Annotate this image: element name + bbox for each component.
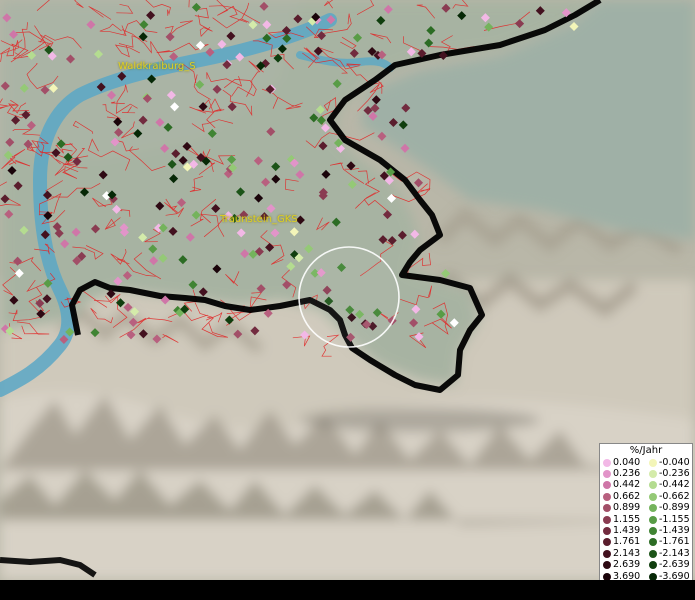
legend-entry-negative: -0.040 — [646, 456, 692, 468]
legend-value: 0.662 — [613, 490, 641, 502]
legend-value: -0.040 — [659, 456, 690, 468]
legend-swatch — [649, 515, 657, 524]
legend-value: -0.442 — [659, 479, 690, 491]
legend-entry-positive: 1.155 — [600, 513, 646, 525]
legend-entry-negative: -2.143 — [646, 547, 692, 559]
legend-value: -1.439 — [659, 525, 690, 537]
place-label-waldkraiburg: Waldkraiburg_S — [118, 61, 196, 72]
legend-swatch — [649, 561, 657, 570]
map-legend: %/Jahr 0.040 -0.040 0.236 -0.236 0.442 -0.442… — [599, 443, 693, 597]
legend-title: %/Jahr — [629, 445, 663, 456]
legend-row: 2.143 -2.143 — [600, 548, 692, 559]
legend-row: 0.040 -0.040 — [600, 457, 692, 468]
legend-entry-negative: -0.899 — [646, 503, 692, 513]
legend-value: -1.155 — [659, 513, 690, 525]
legend-entry-negative: -0.662 — [646, 490, 692, 502]
bottom-bar — [0, 580, 695, 600]
legend-entry-negative: -2.639 — [646, 560, 692, 570]
legend-entry-negative: -1.155 — [646, 513, 692, 525]
legend-row: 0.662 -0.662 — [600, 491, 692, 502]
legend-swatch — [649, 492, 657, 501]
legend-swatch — [649, 470, 657, 479]
legend-swatch — [649, 538, 657, 547]
legend-entry-negative: -1.439 — [646, 526, 692, 536]
legend-entry-positive: 1.439 — [600, 526, 646, 536]
legend-value: -0.236 — [659, 468, 690, 480]
legend-value: -2.639 — [659, 559, 690, 571]
legend-row: 1.439 -1.439 — [600, 525, 692, 536]
legend-value: -2.143 — [659, 547, 690, 559]
legend-value: -0.899 — [659, 502, 690, 514]
legend-value: 2.143 — [613, 547, 641, 559]
legend-entry-positive: 0.662 — [600, 490, 646, 502]
legend-swatch — [603, 492, 611, 501]
legend-row: 0.236 -0.236 — [600, 468, 692, 479]
legend-value: 0.040 — [613, 456, 641, 468]
legend-entry-positive: 2.639 — [600, 560, 646, 570]
legend-entry-positive: 0.040 — [600, 456, 646, 468]
selection-circle[interactable] — [298, 246, 400, 348]
legend-swatch — [603, 481, 611, 490]
legend-value: 1.155 — [613, 513, 641, 525]
legend-swatch — [603, 470, 611, 479]
legend-swatch — [649, 527, 657, 536]
legend-swatch — [603, 549, 611, 558]
legend-swatch — [603, 458, 611, 467]
legend-row: 0.442 -0.442 — [600, 480, 692, 491]
map-canvas[interactable] — [0, 0, 695, 600]
legend-entry-positive: 0.442 — [600, 480, 646, 490]
legend-rows: 0.040 -0.040 0.236 -0.236 0.442 -0.442 0.662 -0… — [600, 457, 692, 582]
legend-swatch — [603, 527, 611, 536]
legend-value: 1.439 — [613, 525, 641, 537]
legend-row: 2.639 -2.639 — [600, 560, 692, 571]
legend-value: -1.761 — [659, 536, 690, 548]
legend-swatch — [603, 504, 611, 513]
legend-entry-positive: 2.143 — [600, 547, 646, 559]
legend-swatch — [649, 504, 657, 513]
legend-swatch — [603, 538, 611, 547]
legend-row: 1.155 -1.155 — [600, 514, 692, 525]
map-view[interactable]: Waldkraiburg_S Traunstein_GKS %/Jahr 0.0… — [0, 0, 695, 600]
legend-value: 2.639 — [613, 559, 641, 571]
legend-swatch — [603, 515, 611, 524]
place-label-traunstein: Traunstein_GKS — [220, 214, 298, 225]
legend-swatch — [649, 458, 657, 467]
legend-swatch — [649, 481, 657, 490]
legend-value: -0.662 — [659, 490, 690, 502]
legend-entry-positive: 0.236 — [600, 469, 646, 479]
legend-value: 0.899 — [613, 502, 641, 514]
legend-value: 0.442 — [613, 479, 641, 491]
legend-row: 1.761 -1.761 — [600, 537, 692, 548]
legend-entry-negative: -0.236 — [646, 469, 692, 479]
legend-entry-negative: -0.442 — [646, 480, 692, 490]
legend-entry-negative: -1.761 — [646, 537, 692, 547]
legend-value: 0.236 — [613, 468, 641, 480]
legend-row: 0.899 -0.899 — [600, 503, 692, 514]
legend-entry-positive: 0.899 — [600, 503, 646, 513]
legend-value: 1.761 — [613, 536, 641, 548]
legend-swatch — [649, 549, 657, 558]
legend-entry-positive: 1.761 — [600, 537, 646, 547]
legend-swatch — [603, 561, 611, 570]
